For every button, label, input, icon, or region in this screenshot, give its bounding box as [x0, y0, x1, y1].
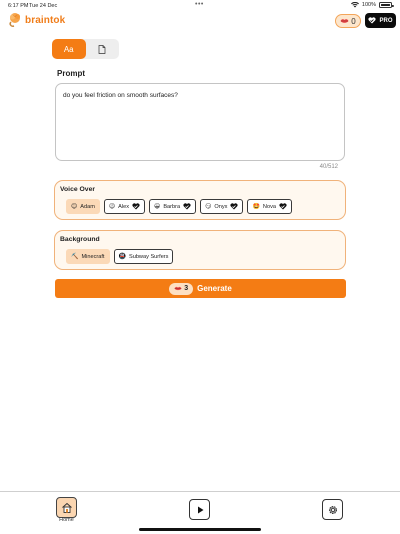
- pro-label: PRO: [379, 17, 393, 24]
- battery-percent: 100%: [361, 2, 376, 8]
- generate-cost: 3: [184, 285, 189, 292]
- app-logo: braintok: [8, 12, 65, 28]
- generate-label: Generate: [197, 284, 232, 293]
- background-title: Background: [60, 236, 100, 243]
- background-card: Background ⛏️ Minecraft 🚇 Subway Surfers: [54, 230, 346, 270]
- voice-option-adam[interactable]: 😊 Adam: [66, 199, 100, 214]
- background-options: ⛏️ Minecraft 🚇 Subway Surfers: [66, 249, 174, 264]
- generate-cost-pill: 3: [169, 282, 194, 295]
- lips-icon: [174, 286, 182, 291]
- voice-label: Onyx: [214, 203, 228, 210]
- brain-icon: [9, 13, 20, 27]
- document-icon: [98, 44, 106, 54]
- heart-icon: [368, 17, 377, 24]
- lips-icon: [340, 19, 349, 23]
- status-time: 6:17 PM: [8, 3, 29, 9]
- document-mode-tab[interactable]: [86, 39, 120, 59]
- tab-videos[interactable]: [189, 499, 210, 520]
- smirk-emoji-icon: 😏: [205, 203, 212, 210]
- pro-heart-icon: [279, 203, 287, 210]
- home-indicator: [139, 528, 261, 531]
- voice-over-card: Voice Over 😊 Adam 😉 Alex 😀 Barbra 😏 Onyx…: [54, 180, 346, 220]
- play-icon: [197, 506, 203, 513]
- status-date: Tue 24 Dec: [29, 3, 58, 9]
- voice-option-onyx[interactable]: 😏 Onyx: [200, 199, 244, 214]
- wifi-icon: [350, 2, 359, 8]
- tab-home-label: Home: [59, 517, 74, 523]
- home-icon: [61, 502, 72, 513]
- generate-button[interactable]: 3 Generate: [55, 279, 346, 298]
- voice-option-barbra[interactable]: 😀 Barbra: [149, 199, 197, 214]
- voice-options: 😊 Adam 😉 Alex 😀 Barbra 😏 Onyx 🤩 Nova: [66, 199, 292, 214]
- tab-settings[interactable]: [322, 499, 343, 520]
- train-icon: 🚇: [118, 253, 126, 260]
- pro-heart-icon: [132, 203, 140, 210]
- status-bar: 6:17 PM Tue 24 Dec ••• 100%: [0, 0, 400, 12]
- voice-label: Nova: [262, 203, 276, 210]
- pro-heart-icon: [183, 203, 191, 210]
- voice-over-title: Voice Over: [60, 186, 96, 193]
- background-option-minecraft[interactable]: ⛏️ Minecraft: [66, 249, 110, 264]
- multitasking-dots-icon[interactable]: •••: [195, 1, 204, 8]
- voice-option-alex[interactable]: 😉 Alex: [103, 199, 146, 214]
- background-label: Subway Surfers: [128, 253, 169, 260]
- text-mode-tab[interactable]: Aa: [52, 39, 86, 59]
- pro-button[interactable]: PRO: [365, 13, 396, 28]
- tab-bar-divider: [0, 491, 400, 492]
- voice-option-nova[interactable]: 🤩 Nova: [247, 199, 292, 214]
- star-eyes-emoji-icon: 🤩: [252, 203, 260, 210]
- prompt-char-counter: 40/512: [319, 164, 338, 170]
- background-option-subway-surfers[interactable]: 🚇 Subway Surfers: [113, 249, 174, 264]
- prompt-input[interactable]: do you feel friction on smooth surfaces?: [55, 83, 345, 161]
- voice-label: Barbra: [163, 203, 181, 210]
- battery-icon: [379, 2, 394, 8]
- background-label: Minecraft: [81, 253, 105, 260]
- mode-toggle: Aa: [52, 39, 119, 59]
- tab-home[interactable]: [56, 497, 77, 518]
- grin-emoji-icon: 😀: [154, 203, 161, 210]
- prompt-title: Prompt: [57, 69, 85, 78]
- pickaxe-icon: ⛏️: [71, 253, 79, 260]
- app-name: braintok: [25, 14, 66, 26]
- voice-label: Alex: [118, 203, 130, 210]
- credits-pill[interactable]: 0: [335, 14, 361, 28]
- smile-emoji-icon: 😊: [71, 203, 78, 210]
- wink-emoji-icon: 😉: [108, 203, 116, 210]
- pro-heart-icon: [230, 203, 238, 210]
- gear-icon: [328, 505, 337, 514]
- voice-label: Adam: [80, 203, 95, 210]
- status-right: 100%: [350, 2, 394, 8]
- credits-count: 0: [351, 16, 356, 26]
